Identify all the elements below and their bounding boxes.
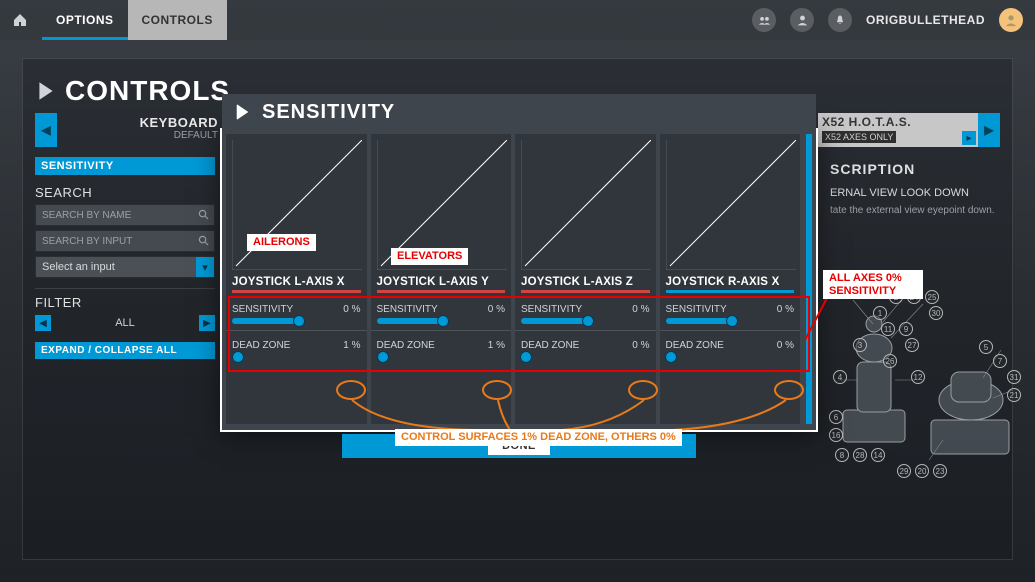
annotation-ailerons: AILERONS	[247, 234, 316, 251]
curve-graph	[666, 140, 796, 270]
joystick-diagram: 2 24 25 1 30 11 9 3 27 26 4 12 6 16 8 28…	[833, 280, 1023, 480]
slider-label: SENSITIVITY	[666, 304, 727, 315]
search-name-input[interactable]: SEARCH BY NAME	[35, 204, 215, 226]
modal-title: SENSITIVITY	[262, 101, 395, 124]
slider-value: 0 %	[632, 340, 649, 351]
expand-collapse-button[interactable]: EXPAND / COLLAPSE ALL	[35, 342, 215, 359]
description-body: tate the external view eyepoint down.	[830, 205, 1000, 216]
device-sub: DEFAULT	[57, 130, 218, 141]
page-title-text: CONTROLS	[65, 75, 230, 107]
left-panel: SENSITIVITY SEARCH SEARCH BY NAME SEARCH…	[35, 157, 215, 359]
sensitivity-slider[interactable]: SENSITIVITY 0 %	[232, 304, 361, 324]
slider-value: 1 %	[343, 340, 360, 351]
modal-body: JOYSTICK L-AXIS X SENSITIVITY 0 % DEAD ZO…	[226, 134, 812, 424]
sensitivity-slider[interactable]: SENSITIVITY 0 %	[521, 304, 650, 324]
search-icon	[198, 235, 209, 246]
placeholder: SEARCH BY NAME	[42, 210, 131, 221]
placeholder: SEARCH BY INPUT	[42, 236, 132, 247]
bell-icon[interactable]	[828, 8, 852, 32]
deadzone-slider[interactable]: DEAD ZONE 0 %	[666, 340, 795, 360]
chevron-down-icon: ▾	[196, 257, 214, 277]
axis-name: JOYSTICK L-AXIS Z	[521, 276, 650, 293]
axis-card-1: JOYSTICK L-AXIS Y SENSITIVITY 0 % DEAD ZO…	[371, 134, 512, 424]
axis-name: JOYSTICK L-AXIS X	[232, 276, 361, 293]
sensitivity-slider[interactable]: SENSITIVITY 0 %	[377, 304, 506, 324]
slider-value: 0 %	[632, 304, 649, 315]
axis-card-2: JOYSTICK L-AXIS Z SENSITIVITY 0 % DEAD ZO…	[515, 134, 656, 424]
device-sub: X52 AXES ONLY	[822, 131, 896, 143]
device-hotas[interactable]: X52 H.O.T.A.S. X52 AXES ONLY ▸	[818, 113, 978, 147]
device-name: KEYBOARD	[57, 115, 218, 130]
device-next[interactable]: ▶	[978, 113, 1000, 147]
username: ORIGBULLETHEAD	[866, 13, 985, 27]
search-label: SEARCH	[35, 185, 215, 200]
filter-carousel: ◀ ALL ▶	[35, 314, 215, 332]
search-input-input[interactable]: SEARCH BY INPUT	[35, 230, 215, 252]
description-title: ERNAL VIEW LOOK DOWN	[830, 187, 1000, 199]
avatar[interactable]	[999, 8, 1023, 32]
topbar: OPTIONS CONTROLS ORIGBULLETHEAD	[0, 0, 1035, 40]
device-name: X52 H.O.T.A.S.	[822, 115, 974, 129]
deadzone-slider[interactable]: DEAD ZONE 1 %	[232, 340, 361, 360]
slider-value: 0 %	[777, 304, 794, 315]
home-icon[interactable]	[12, 12, 28, 28]
sensitivity-slider[interactable]: SENSITIVITY 0 %	[666, 304, 795, 324]
slider-label: DEAD ZONE	[521, 340, 579, 351]
device-prev[interactable]: ◀	[35, 113, 57, 147]
slider-value: 0 %	[488, 304, 505, 315]
sensitivity-modal: SENSITIVITY JOYSTICK L-AXIS X SENSITIVIT…	[220, 128, 818, 432]
topbar-right: ORIGBULLETHEAD	[752, 8, 1023, 32]
tab-options[interactable]: OPTIONS	[42, 0, 128, 40]
description-header: SCRIPTION	[830, 161, 1000, 177]
slider-label: DEAD ZONE	[232, 340, 290, 351]
filter-prev[interactable]: ◀	[35, 315, 51, 331]
deadzone-slider[interactable]: DEAD ZONE 1 %	[377, 340, 506, 360]
modal-title-bar: SENSITIVITY	[222, 94, 816, 130]
filter-label: FILTER	[35, 295, 215, 310]
axis-name: JOYSTICK R-AXIS X	[666, 276, 795, 293]
slider-label: SENSITIVITY	[521, 304, 582, 315]
annotation-deadzone: CONTROL SURFACES 1% DEAD ZONE, OTHERS 0%	[395, 429, 682, 446]
axis-card-0: JOYSTICK L-AXIS X SENSITIVITY 0 % DEAD ZO…	[226, 134, 367, 424]
profile-icon[interactable]	[790, 8, 814, 32]
slider-value: 1 %	[488, 340, 505, 351]
chevron-right-icon[interactable]: ▸	[962, 131, 976, 145]
slider-label: SENSITIVITY	[232, 304, 293, 315]
slider-value: 0 %	[343, 304, 360, 315]
tab-controls[interactable]: CONTROLS	[128, 0, 227, 40]
select-input[interactable]: Select an input ▾	[35, 256, 215, 278]
filter-value: ALL	[51, 317, 199, 329]
slider-label: DEAD ZONE	[377, 340, 435, 351]
slider-value: 0 %	[777, 340, 794, 351]
device-keyboard[interactable]: KEYBOARD DEFAULT	[57, 113, 227, 147]
annotation-elevators: ELEVATORS	[391, 248, 468, 265]
slider-label: DEAD ZONE	[666, 340, 724, 351]
deadzone-slider[interactable]: DEAD ZONE 0 %	[521, 340, 650, 360]
filter-next[interactable]: ▶	[199, 315, 215, 331]
select-value: Select an input	[42, 261, 115, 273]
description-panel: SCRIPTION ERNAL VIEW LOOK DOWN tate the …	[830, 157, 1000, 216]
axis-card-3: JOYSTICK R-AXIS X SENSITIVITY 0 % DEAD ZO…	[660, 134, 801, 424]
annotation-all-axes: ALL AXES 0% SENSITIVITY	[823, 270, 923, 299]
sensitivity-button[interactable]: SENSITIVITY	[35, 157, 215, 175]
slider-label: SENSITIVITY	[377, 304, 438, 315]
axis-name: JOYSTICK L-AXIS Y	[377, 276, 506, 293]
search-icon	[198, 209, 209, 220]
modal-scrollbar[interactable]	[806, 134, 812, 424]
curve-graph	[521, 140, 651, 270]
friends-icon[interactable]	[752, 8, 776, 32]
